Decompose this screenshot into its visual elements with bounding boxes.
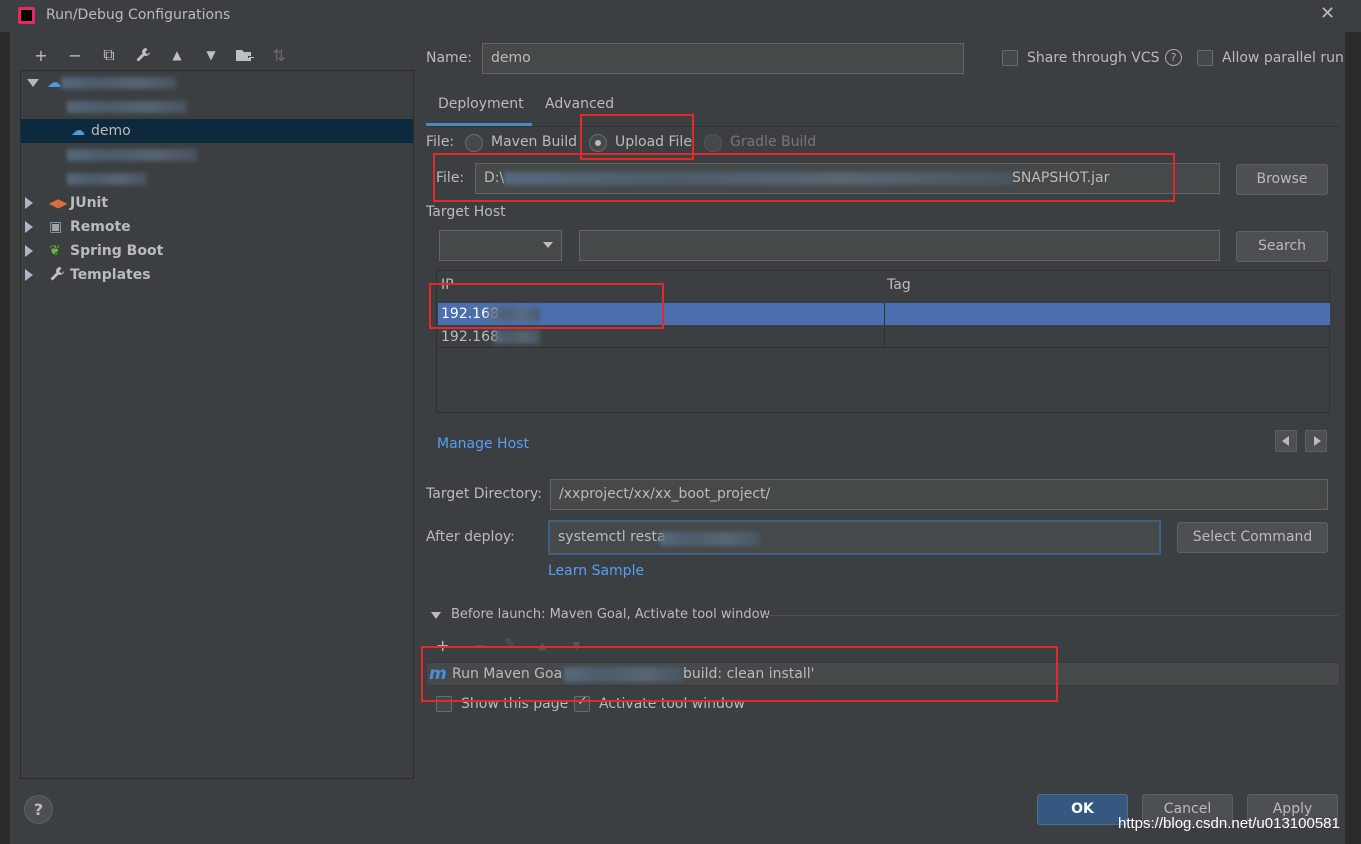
chevron-right-icon[interactable] bbox=[25, 221, 33, 233]
chevron-right-icon[interactable] bbox=[25, 245, 33, 257]
redacted-label bbox=[67, 149, 197, 161]
target-directory-label: Target Directory: bbox=[426, 486, 542, 502]
maven-build-label: Maven Build bbox=[491, 134, 578, 150]
folder-add-icon[interactable] bbox=[228, 42, 262, 68]
run-debug-dialog: Run/Debug Configurations ✕ + − ⧉ ▲ ▼ ⇅ ☁… bbox=[0, 0, 1361, 844]
chevron-right-icon[interactable] bbox=[25, 269, 33, 281]
wrench-icon[interactable] bbox=[126, 42, 160, 68]
tab-deployment[interactable]: Deployment bbox=[438, 96, 524, 112]
tree-group-remote[interactable]: ▣ Remote bbox=[21, 215, 413, 239]
allow-parallel-checkbox[interactable] bbox=[1197, 50, 1213, 66]
tree-group-label: Remote bbox=[70, 219, 131, 235]
minus-icon[interactable]: − bbox=[58, 42, 92, 68]
chevron-down-icon[interactable] bbox=[27, 79, 39, 87]
redacted-label bbox=[61, 77, 176, 89]
watermark-text: https://blog.csdn.net/u013100581 bbox=[1118, 815, 1340, 832]
intellij-app-icon bbox=[18, 7, 35, 24]
after-deploy-label: After deploy: bbox=[426, 529, 515, 545]
file-type-label: File: bbox=[426, 134, 455, 150]
tree-group-junit[interactable]: ◀▶ JUnit bbox=[21, 191, 413, 215]
help-icon[interactable]: ? bbox=[1165, 49, 1182, 66]
chevron-down-icon bbox=[543, 242, 553, 248]
spring-boot-icon: ❦ bbox=[49, 243, 61, 259]
learn-sample-link[interactable]: Learn Sample bbox=[548, 563, 644, 579]
background-window-left bbox=[0, 32, 10, 844]
maven-build-radio[interactable] bbox=[465, 134, 483, 152]
after-deploy-value: systemctl resta bbox=[558, 529, 666, 545]
tree-group-spring-boot[interactable]: ❦ Spring Boot bbox=[21, 239, 413, 263]
wrench-icon bbox=[49, 266, 65, 290]
plus-icon[interactable]: + bbox=[24, 42, 58, 68]
configuration-tree: ☁ ☁ demo ◀▶ JUnit ▣ Remote ❦ Spring Boot… bbox=[20, 70, 414, 779]
table-row[interactable]: 192.168. bbox=[438, 326, 1330, 348]
ok-button[interactable]: OK bbox=[1037, 794, 1128, 825]
remote-icon: ▣ bbox=[49, 219, 63, 235]
target-host-label: Target Host bbox=[426, 204, 506, 220]
background-window-right bbox=[1345, 32, 1361, 844]
share-vcs-label: Share through VCS bbox=[1027, 50, 1160, 66]
name-input[interactable]: demo bbox=[482, 43, 964, 74]
select-command-button[interactable]: Select Command bbox=[1177, 522, 1328, 553]
copy-icon[interactable]: ⧉ bbox=[92, 42, 126, 68]
before-launch-label[interactable]: Before launch: Maven Goal, Activate tool… bbox=[451, 607, 770, 622]
host-search-input[interactable] bbox=[579, 230, 1220, 261]
sort-icon[interactable]: ⇅ bbox=[262, 42, 296, 68]
tree-group-label: Templates bbox=[70, 267, 151, 283]
config-toolbar: + − ⧉ ▲ ▼ ⇅ bbox=[24, 42, 296, 68]
column-divider bbox=[884, 303, 885, 325]
help-button[interactable]: ? bbox=[24, 795, 53, 824]
chevron-right-icon[interactable] bbox=[25, 197, 33, 209]
manage-host-link[interactable]: Manage Host bbox=[437, 436, 529, 452]
name-label: Name: bbox=[426, 50, 473, 66]
move-up-icon[interactable]: ▲ bbox=[160, 42, 194, 68]
column-divider bbox=[884, 326, 885, 347]
redacted-ip bbox=[494, 330, 540, 344]
title-bar: Run/Debug Configurations ✕ bbox=[0, 0, 1361, 32]
tree-group-label: Spring Boot bbox=[70, 243, 164, 259]
annotation-box bbox=[433, 153, 1175, 202]
close-icon[interactable]: ✕ bbox=[1320, 3, 1335, 24]
tree-group-templates[interactable]: Templates bbox=[21, 263, 413, 287]
tree-row-redacted[interactable] bbox=[21, 143, 413, 167]
cloud-upload-icon: ☁ bbox=[71, 123, 85, 139]
tree-item-demo[interactable]: ☁ demo bbox=[21, 119, 413, 143]
column-header-tag[interactable]: Tag bbox=[887, 277, 911, 293]
browse-button[interactable]: Browse bbox=[1236, 164, 1328, 195]
section-divider bbox=[765, 615, 1338, 616]
next-page-button[interactable] bbox=[1305, 430, 1327, 452]
dialog-title: Run/Debug Configurations bbox=[46, 7, 231, 23]
chevron-right-icon bbox=[1314, 436, 1321, 446]
junit-icon: ◀▶ bbox=[49, 196, 68, 210]
search-button[interactable]: Search bbox=[1236, 231, 1328, 262]
gradle-build-label: Gradle Build bbox=[730, 134, 817, 150]
tab-advanced[interactable]: Advanced bbox=[545, 96, 614, 112]
chevron-left-icon bbox=[1282, 436, 1289, 446]
redacted-label bbox=[67, 101, 187, 113]
prev-page-button[interactable] bbox=[1275, 430, 1297, 452]
annotation-box bbox=[429, 283, 664, 329]
move-down-icon[interactable]: ▼ bbox=[194, 42, 228, 68]
tree-group-label: JUnit bbox=[70, 195, 109, 211]
redacted-label bbox=[67, 173, 147, 185]
share-vcs-checkbox[interactable] bbox=[1002, 50, 1018, 66]
allow-parallel-label: Allow parallel run bbox=[1222, 50, 1344, 66]
after-deploy-input[interactable]: systemctl resta bbox=[548, 520, 1161, 555]
tab-separator bbox=[426, 126, 1340, 127]
redacted-command bbox=[660, 532, 760, 546]
tree-row-redacted[interactable] bbox=[21, 167, 413, 191]
gradle-build-radio[interactable] bbox=[704, 134, 722, 152]
tree-row-root[interactable]: ☁ bbox=[21, 71, 413, 95]
tree-row-redacted[interactable] bbox=[21, 95, 413, 119]
target-directory-input[interactable]: /xxproject/xx/xx_boot_project/ bbox=[550, 479, 1328, 510]
host-group-select[interactable] bbox=[439, 230, 562, 261]
tree-item-label: demo bbox=[91, 123, 131, 139]
cloud-upload-icon: ☁ bbox=[47, 75, 61, 91]
annotation-box bbox=[421, 646, 1058, 702]
chevron-down-icon[interactable] bbox=[431, 612, 441, 619]
